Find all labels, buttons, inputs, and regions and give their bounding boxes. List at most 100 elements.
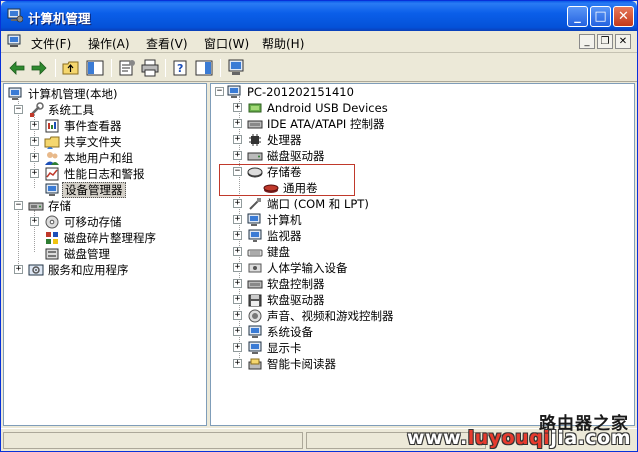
tree-item-label: 磁盘碎片整理程序 [64,231,156,245]
mdi-restore-button[interactable]: ❐ [597,34,613,49]
console-tree-pane[interactable]: 计算机管理(本地) − 系统工具 + 事件查看器 + 共享文件夹 + 本地用户和… [3,83,207,426]
users-icon [45,152,59,165]
expand-toggle[interactable]: + [233,263,242,272]
minimize-button[interactable]: _ [567,6,588,27]
expand-toggle[interactable]: + [233,247,242,256]
toolbar: ? [1,54,637,82]
collapse-toggle[interactable]: − [14,105,23,114]
device-label: 计算机 [267,213,302,227]
expand-toggle[interactable]: + [30,169,39,178]
device-label: 磁盘驱动器 [267,149,325,163]
sound-icon [248,309,262,323]
expand-toggle[interactable]: + [30,153,39,162]
expand-toggle[interactable]: + [233,103,242,112]
android-device-icon [248,103,262,113]
show-hide-action-pane-icon[interactable] [194,58,214,78]
toolbar-separator [55,59,56,77]
services-icon [28,264,44,276]
hid-icon [248,263,262,273]
device-label: 处理器 [267,133,302,147]
display-adapter-icon [248,341,262,354]
device-tree-pane[interactable]: − PC-201202151410 + Android USB Devices … [210,83,635,426]
tree-item-label-selected: 设备管理器 [62,182,126,198]
expand-toggle[interactable]: + [233,151,242,160]
watermark-url-brand: luyouqi [467,427,551,449]
ide-controller-icon [247,120,263,129]
properties-icon[interactable] [117,58,137,78]
menu-file[interactable]: 文件(F) [31,35,71,52]
menu-help[interactable]: 帮助(H) [262,35,304,52]
computer-icon [247,213,261,226]
floppy-drive-icon [248,294,262,307]
scan-hardware-icon[interactable] [226,58,246,78]
expand-toggle[interactable]: + [233,231,242,240]
tree-item-label: 系统工具 [48,103,94,117]
back-arrow-icon[interactable] [7,58,27,78]
toolbar-separator [165,59,166,77]
toolbar-separator [111,59,112,77]
app-menu-icon[interactable] [7,34,23,49]
toolbar-separator [220,59,221,77]
collapse-toggle[interactable]: − [14,201,23,210]
expand-toggle[interactable]: + [233,295,242,304]
maximize-button[interactable]: □ [590,6,611,27]
tree-item-label: 本地用户和组 [64,151,133,165]
forward-arrow-icon[interactable] [29,58,49,78]
computer-icon [227,85,241,98]
computer-name: PC-201202151410 [247,85,354,99]
close-button[interactable]: ✕ [613,6,634,27]
menu-view[interactable]: 查看(V) [146,35,188,52]
device-label: IDE ATA/ATAPI 控制器 [267,117,385,131]
defrag-icon [46,232,58,244]
smart-card-reader-icon [248,358,262,370]
show-hide-tree-icon[interactable] [85,58,105,78]
storage-volume-highlight-box [219,164,355,196]
device-label: 软盘控制器 [267,277,325,291]
print-icon[interactable] [140,58,160,78]
keyboard-icon [247,249,263,257]
help-icon[interactable]: ? [171,58,191,78]
expand-toggle[interactable]: + [233,343,242,352]
device-label: 端口 (COM 和 LPT) [267,197,369,211]
device-label: 智能卡阅读器 [267,357,336,371]
expand-toggle[interactable]: + [233,359,242,368]
expand-toggle[interactable]: + [233,135,242,144]
tree-item-label: 存储 [48,199,71,213]
tree-item-label: 计算机管理(本地) [28,87,118,101]
tree-item-label: 磁盘管理 [64,247,110,261]
mdi-minimize-button[interactable]: _ [579,34,595,49]
expand-toggle[interactable]: + [233,311,242,320]
device-label: 软盘驱动器 [267,293,325,307]
tree-item-label: 事件查看器 [64,119,122,133]
device-label: 人体学输入设备 [267,261,348,275]
up-folder-icon[interactable] [61,58,81,78]
expand-toggle[interactable]: + [14,265,23,274]
menu-window[interactable]: 窗口(W) [204,35,249,52]
title-bar[interactable]: 计算机管理 _ □ ✕ [1,1,637,31]
expand-toggle[interactable]: + [233,279,242,288]
status-cell [3,432,303,449]
device-label: 系统设备 [267,325,313,339]
watermark-url: www.luyouqijia.com [407,427,631,449]
computer-management-icon [8,87,22,100]
mdi-close-button[interactable]: ✕ [615,34,631,49]
menu-bar: 文件(F) 操作(A) 查看(V) 窗口(W) 帮助(H) _ ❐ ✕ [1,31,637,53]
device-manager-icon [45,183,59,196]
expand-toggle[interactable]: + [233,199,242,208]
window-title: 计算机管理 [28,11,91,26]
expand-toggle[interactable]: + [233,327,242,336]
computer-management-icon [7,8,23,23]
expand-toggle[interactable]: + [233,119,242,128]
tree-item-label: 共享文件夹 [64,135,122,149]
device-label: Android USB Devices [267,101,388,115]
collapse-toggle[interactable]: − [215,87,224,96]
expand-toggle[interactable]: + [30,217,39,226]
expand-toggle[interactable]: + [233,215,242,224]
expand-toggle[interactable]: + [30,121,39,130]
tools-icon [30,102,44,117]
device-label: 键盘 [267,245,290,259]
expand-toggle[interactable]: + [30,137,39,146]
svg-text:?: ? [177,62,183,75]
device-label: 监视器 [267,229,302,243]
menu-action[interactable]: 操作(A) [88,35,130,52]
